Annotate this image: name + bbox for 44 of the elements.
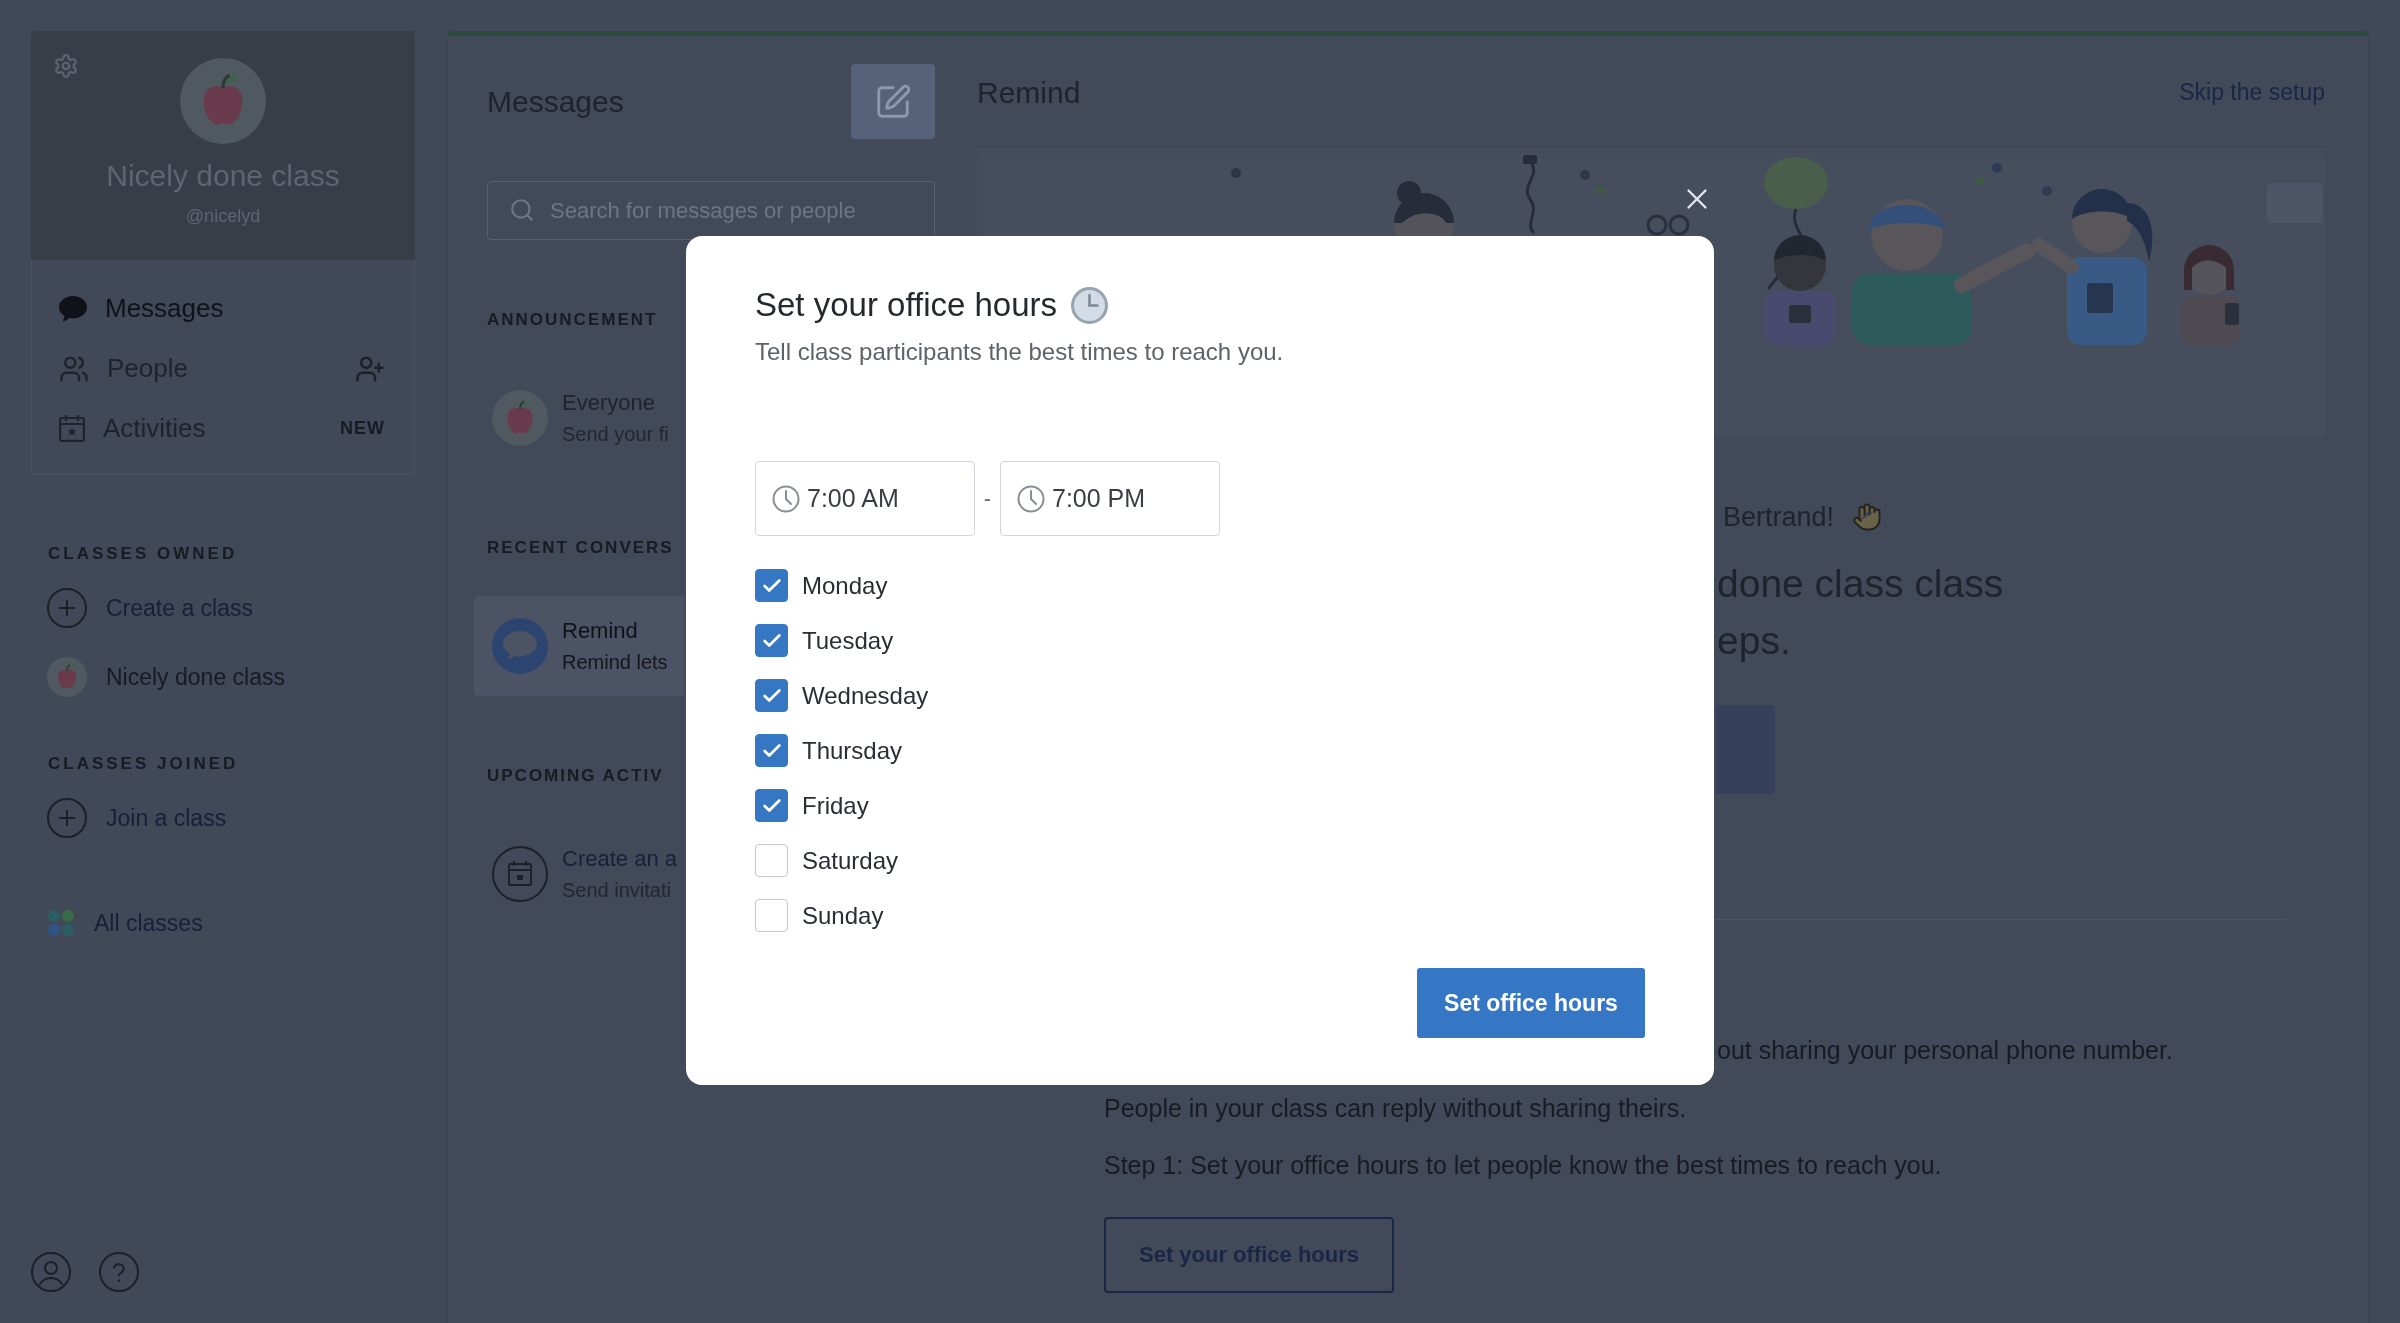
checkbox[interactable] <box>755 789 788 822</box>
checkbox[interactable] <box>755 624 788 657</box>
day-label: Thursday <box>802 736 903 765</box>
chat-bubble-icon <box>59 295 87 322</box>
search-icon <box>509 197 535 223</box>
day-label: Monday <box>802 571 888 600</box>
day-label: Wednesday <box>802 681 929 710</box>
plus-circle-icon <box>47 588 87 628</box>
checkbox[interactable] <box>755 569 788 602</box>
apple-icon <box>180 58 266 144</box>
apple-icon <box>492 390 548 446</box>
start-time-field[interactable]: 7:00 AM <box>755 461 975 536</box>
checkbox[interactable] <box>755 679 788 712</box>
set-office-hours-button[interactable]: Set office hours <box>1417 968 1645 1038</box>
apple-icon <box>47 657 87 697</box>
day-label: Sunday <box>802 901 884 930</box>
calendar-icon <box>59 414 85 443</box>
checkbox[interactable] <box>755 734 788 767</box>
profile-icon[interactable] <box>31 1252 71 1292</box>
clock-icon <box>1071 286 1109 324</box>
end-time-field[interactable]: 7:00 PM <box>1000 461 1220 536</box>
conversation-item[interactable]: Remind Remind lets <box>474 596 684 696</box>
conversation-title: Remind <box>562 617 639 645</box>
dialog-title: Set your office hours <box>755 285 1058 325</box>
waving-hand-icon <box>1852 502 1883 532</box>
plus-circle-icon <box>47 798 87 838</box>
clock-icon <box>1017 484 1045 513</box>
dialog-subtitle: Tell class participants the best times to reach you. <box>755 337 1285 367</box>
clock-icon <box>772 484 800 513</box>
four-dots-icon <box>47 909 75 937</box>
help-icon[interactable] <box>99 1252 139 1292</box>
time-separator: - <box>982 485 993 512</box>
compose-button[interactable] <box>851 64 935 139</box>
pencil-square-icon <box>874 82 912 121</box>
day-label: Saturday <box>802 846 899 875</box>
calendar-icon <box>492 846 548 902</box>
checkbox[interactable] <box>755 899 788 932</box>
checkbox[interactable] <box>755 844 788 877</box>
day-label: Tuesday <box>802 626 894 655</box>
day-label: Friday <box>802 791 869 820</box>
speech-bubble-logo-icon <box>492 618 548 674</box>
nav-item[interactable]: Messages <box>32 279 414 339</box>
settings-icon[interactable] <box>53 53 79 79</box>
conversation-preview: Remind lets <box>562 650 668 675</box>
